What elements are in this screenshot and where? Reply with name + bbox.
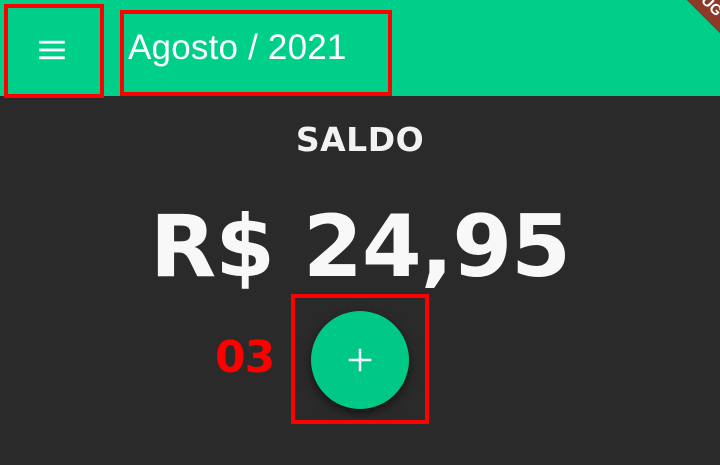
hamburger-menu-icon (39, 40, 65, 60)
debug-banner: DEBUG (648, 0, 720, 47)
app-bar: Agosto / 2021 DEBUG (0, 0, 720, 96)
balance-label: SALDO (295, 120, 425, 159)
step-number-annotation: 03 (215, 332, 275, 383)
add-button[interactable] (311, 311, 409, 409)
app-bar-title[interactable]: Agosto / 2021 (128, 24, 347, 72)
plus-icon (348, 348, 372, 372)
menu-button[interactable] (4, 4, 100, 96)
balance-value: R$ 24,95 (149, 197, 571, 297)
